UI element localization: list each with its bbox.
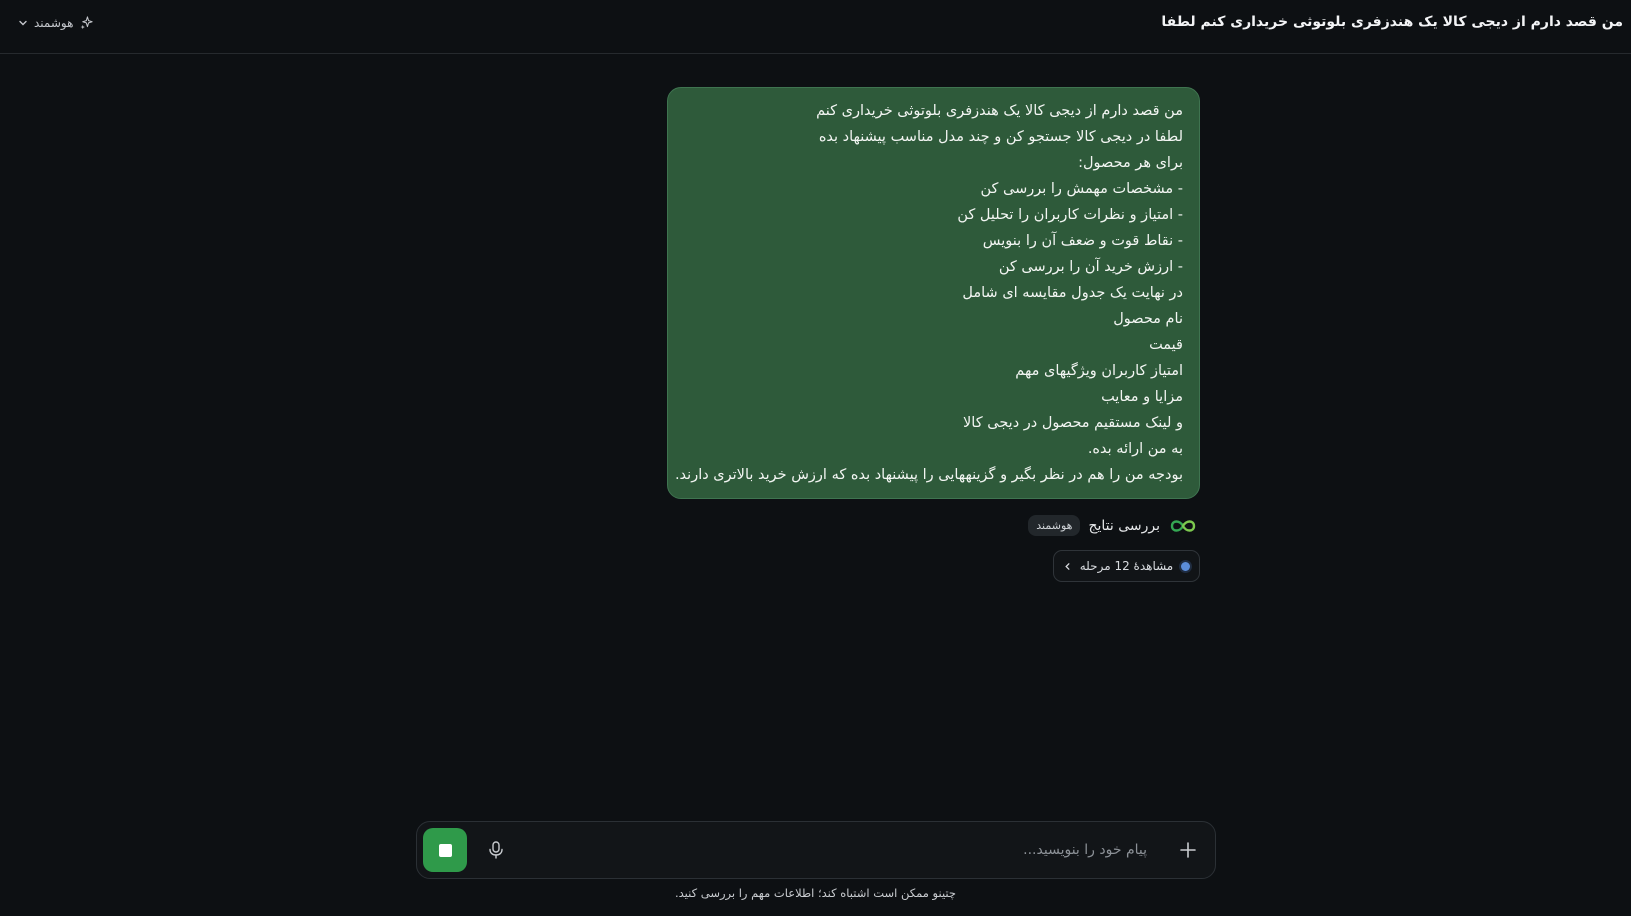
user-message-line: نام محصول xyxy=(1113,311,1183,327)
user-message-line: و لینک مستقیم محصول در دیجی کالا xyxy=(963,415,1183,431)
chat-app: من قصد دارم از دیجی کالا یک هندزفری بلوت… xyxy=(0,0,1631,916)
user-message-line: قیمت xyxy=(1149,337,1183,353)
microphone-icon[interactable] xyxy=(485,839,507,861)
stop-button[interactable] xyxy=(423,828,467,872)
user-message-line: در نهایت یک جدول مقایسه ای شامل xyxy=(962,285,1183,301)
mode-badge: هوشمند xyxy=(1028,515,1081,536)
assistant-status-row: بررسی نتایج هوشمند xyxy=(1028,515,1198,536)
user-message-line: برای هر محصول: xyxy=(1078,155,1183,171)
user-message-line: - ارزش خرید آن را بررسی کن xyxy=(998,259,1183,275)
user-message-line: - امتیاز و نظرات کاربران را تحلیل کن xyxy=(957,207,1183,223)
user-message-line: لطفا در دیجی کالا جستجو کن و چند مدل منا… xyxy=(818,129,1183,145)
user-message-bubble: من قصد دارم از دیجی کالا یک هندزفری بلوت… xyxy=(667,87,1200,499)
model-selector[interactable]: هوشمند xyxy=(18,15,94,30)
user-message-line: به من ارائه بده. xyxy=(1087,441,1183,457)
model-label: هوشمند xyxy=(34,15,74,30)
user-message-line: بودجه من را هم در نظر بگیر و گزینههایی ر… xyxy=(674,467,1183,483)
sparkle-icon xyxy=(81,16,94,30)
message-input[interactable] xyxy=(527,834,1147,866)
infinity-logo-icon xyxy=(1170,519,1196,532)
user-message-line: - مشخصات مهمش را بررسی کن xyxy=(980,181,1183,197)
chevron-left-icon xyxy=(1065,562,1070,570)
user-message-line: مزایا و معایب xyxy=(1101,389,1183,405)
view-steps-button[interactable]: مشاهدهٔ 12 مرحله xyxy=(1053,550,1200,582)
top-bar: من قصد دارم از دیجی کالا یک هندزفری بلوت… xyxy=(0,0,1631,54)
disclaimer-text: چتینو ممکن است اشتباه کند؛ اطلاعات مهم ر… xyxy=(674,886,957,900)
user-message-line: من قصد دارم از دیجی کالا یک هندزفری بلوت… xyxy=(816,103,1183,119)
chevron-down-icon xyxy=(19,20,27,25)
message-composer xyxy=(416,821,1216,879)
assistant-status-text: بررسی نتایج xyxy=(1088,517,1160,534)
stop-icon xyxy=(438,843,452,857)
steps-label: مشاهدهٔ 12 مرحله xyxy=(1079,559,1174,573)
conversation-title: من قصد دارم از دیجی کالا یک هندزفری بلوت… xyxy=(1161,14,1623,30)
plus-icon[interactable] xyxy=(1178,840,1198,860)
step-status-dot xyxy=(1181,561,1191,571)
user-message-line: امتیاز کاربران ویژگیهای مهم xyxy=(1015,363,1183,379)
user-message-line: - نقاط قوت و ضعف آن را بنویس xyxy=(982,233,1183,249)
